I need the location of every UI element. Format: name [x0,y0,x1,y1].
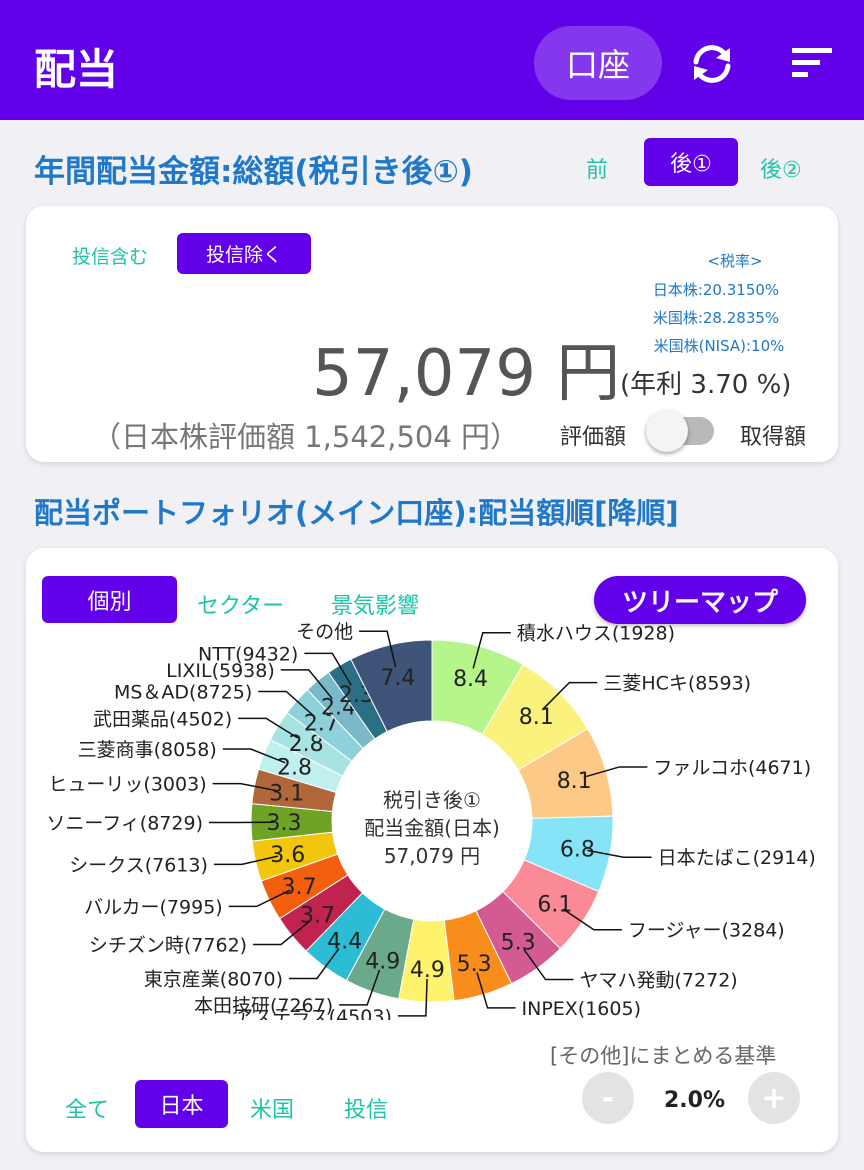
slice-value-label: 8.1 [519,705,554,730]
slice-value-label: 3.1 [269,782,304,807]
account-button[interactable]: 口座 [534,26,662,100]
slice-name-label: 日本たばこ(2914) [658,847,816,869]
refresh-icon[interactable] [688,40,736,88]
slice-name-label: INPEX(1605) [522,998,641,1020]
switch-label-eval: 評価額 [560,425,627,450]
tax-rate-heading: <税率> [707,252,763,270]
slice-name-label: フージャー(3284) [628,920,785,942]
slice-value-label: 3.6 [270,843,305,868]
other-threshold-value: 2.0% [664,1088,726,1113]
treemap-button[interactable]: ツリーマップ [594,576,806,624]
slice-name-label: 三菱HCキ(8593) [603,673,751,695]
slice-name-label: シークス(7613) [69,854,208,876]
slice-value-label: 4.9 [365,950,400,975]
include-funds-tab[interactable]: 投信含む [72,242,148,269]
slice-value-label: 8.1 [557,769,592,794]
slice-value-label: 6.1 [537,893,572,918]
slice-name-label: MS＆AD(8725) [114,681,252,703]
slice-name-label: 三菱商事(8058) [78,739,217,761]
tax-after1-tab[interactable]: 後① [644,138,738,186]
slice-name-label: 本田技研(7267) [194,995,333,1017]
view-sector-tab[interactable]: セクター [197,588,284,620]
slice-name-label: ヤマハ発動(7272) [580,970,738,992]
slice-value-label: 6.8 [560,837,595,862]
slice-value-label: 2.8 [277,755,312,780]
slice-name-label: NTT(9432) [198,643,298,665]
view-individual-tab[interactable]: 個別 [42,576,177,623]
portfolio-title: 配当ポートフォリオ(メイン口座):配当額順[降順] [34,496,679,530]
tax-rate-jp: 日本株:20.3150% [652,281,780,299]
market-funds-tab[interactable]: 投信 [344,1092,388,1124]
slice-name-label: ファルコホ(4671) [653,757,811,779]
page-title: 配当 [34,45,119,94]
increase-button[interactable]: + [748,1072,800,1124]
app-bar: 配当 口座 [0,0,864,120]
slice-name-label: 武田薬品(4502) [93,708,232,730]
summary-title: 年間配当金額:総額(税引き後①) [34,154,473,190]
slice-name-label: ソニーフィ(8729) [46,813,203,835]
slice-value-label: 5.3 [457,952,492,977]
exclude-funds-tab[interactable]: 投信除く [177,233,311,274]
slice-value-label: 7.4 [380,666,415,691]
market-japan-tab[interactable]: 日本 [135,1080,228,1128]
slice-value-label: 8.4 [453,667,488,692]
market-all-tab[interactable]: 全て [65,1092,109,1124]
slice-name-label: バルカー(7995) [84,896,223,918]
slice-name-label: シチズン時(7762) [89,934,247,956]
basis-switch-knob[interactable] [646,410,688,452]
tax-before-tab[interactable]: 前 [586,152,608,184]
annual-dividend-amount: 57,079 円 [312,337,621,411]
tax-rate-us-nisa: 米国株(NISA):10% [653,337,785,355]
annual-yield: (年利 3.70 %) [620,370,792,400]
sort-icon[interactable] [790,44,834,80]
jp-evaluation-amount: （日本株評価額 1,542,504 円） [92,420,520,454]
slice-name-label: 積水ハウス(1928) [517,623,675,645]
chart-center-line1: 税引き後① [383,788,481,812]
other-criteria-label: [その他]にまとめる基準 [550,1044,777,1068]
chart-center-line2: 配当金額(日本) [364,816,500,840]
slice-name-label: ヒューリッ(3003) [48,774,206,796]
slice-name-label: その他 [296,621,353,643]
switch-label-cost: 取得額 [740,425,807,450]
decrease-button[interactable]: - [582,1072,634,1124]
slice-value-label: 5.3 [501,930,536,955]
slice-value-label: 3.7 [281,875,316,900]
chart-center-line3: 57,079 円 [383,844,481,868]
slice-value-label: 3.3 [267,811,302,836]
view-economy-tab[interactable]: 景気影響 [331,588,419,620]
market-us-tab[interactable]: 米国 [250,1092,294,1124]
tax-after2-tab[interactable]: 後② [760,152,802,184]
tax-rate-us: 米国株:28.2835% [652,309,780,327]
slice-value-label: 4.4 [327,930,362,955]
slice-name-label: 東京産業(8070) [144,968,283,990]
